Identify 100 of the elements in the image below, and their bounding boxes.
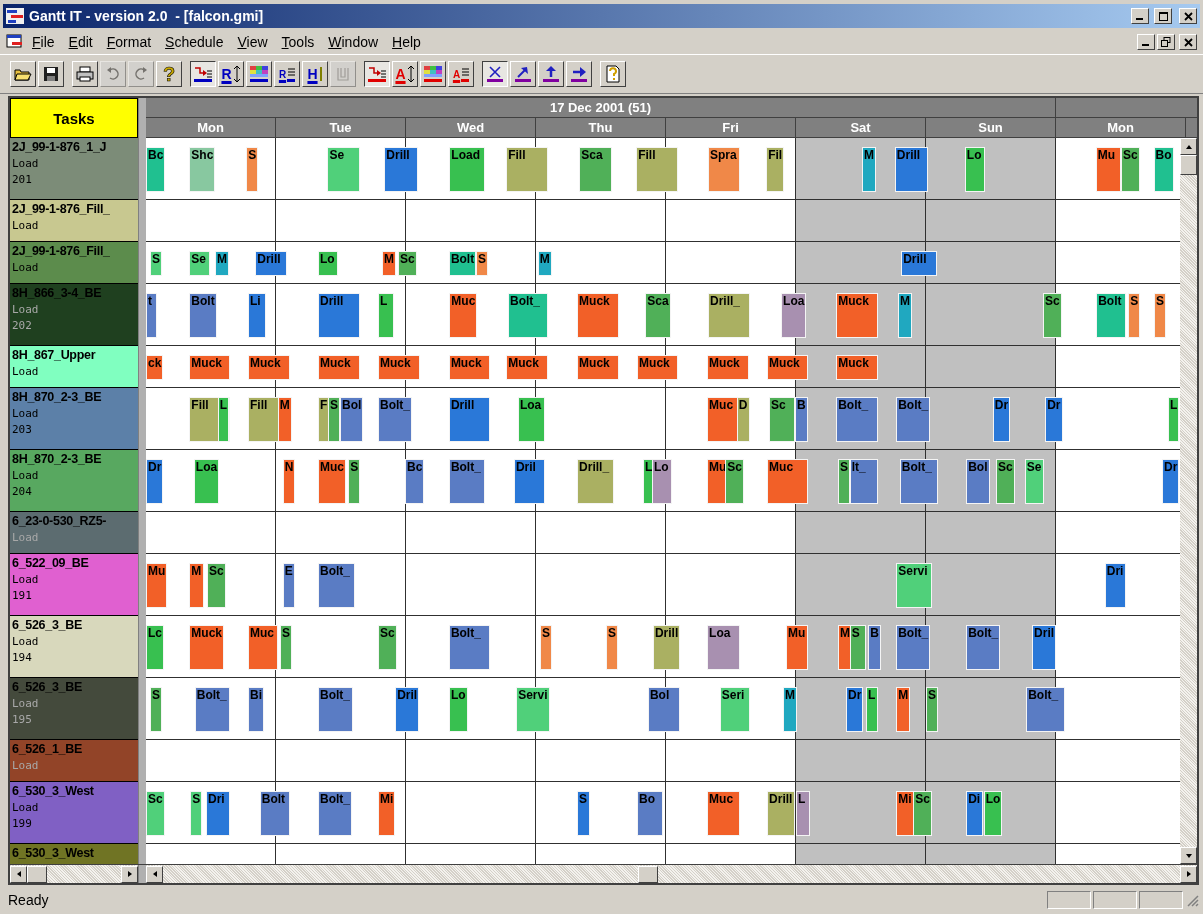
task-bar: Mu bbox=[146, 563, 168, 608]
task-bar: Servi bbox=[516, 687, 550, 732]
menu-item[interactable]: Edit bbox=[62, 32, 99, 52]
task-bar: M bbox=[898, 293, 912, 338]
scroll-left-button[interactable] bbox=[10, 865, 27, 883]
task-bar: Bo bbox=[1153, 147, 1174, 192]
undo-icon bbox=[105, 66, 121, 82]
task-bar: Muck bbox=[448, 355, 490, 380]
task-type: Load bbox=[12, 758, 40, 774]
task-type: Load bbox=[12, 302, 40, 318]
toolbar-button[interactable] bbox=[190, 61, 216, 87]
help-page-icon bbox=[604, 65, 622, 83]
toolbar-button[interactable] bbox=[482, 61, 508, 87]
task-bar: M bbox=[215, 251, 230, 276]
task-bar: Muc bbox=[767, 459, 808, 504]
scroll-thumb[interactable] bbox=[637, 865, 658, 883]
menu-item[interactable]: Help bbox=[386, 32, 427, 52]
menu-item[interactable]: Tools bbox=[275, 32, 321, 52]
maximize-icon bbox=[1158, 11, 1168, 21]
scroll-right-button[interactable] bbox=[121, 865, 138, 883]
task-type: Load bbox=[12, 364, 40, 380]
task-bar: Muc bbox=[707, 791, 740, 836]
maximize-button[interactable] bbox=[1154, 8, 1172, 24]
toolbar-button[interactable]: R bbox=[218, 61, 244, 87]
horizontal-scrollbar[interactable] bbox=[146, 865, 1197, 883]
vertical-scrollbar[interactable] bbox=[1180, 138, 1197, 864]
task-name: 2J_99-1-876_Fill_ bbox=[12, 243, 111, 260]
task-bar: Bolt_ bbox=[899, 459, 938, 504]
scroll-right-button[interactable] bbox=[1180, 865, 1197, 883]
task-label-panel[interactable]: 8H_870_2-3_BE Load 203 bbox=[10, 388, 138, 450]
task-bar: S bbox=[280, 625, 293, 670]
task-bar: Drill bbox=[652, 625, 681, 670]
task-bar: Lo bbox=[317, 251, 339, 276]
document-icon[interactable] bbox=[6, 34, 24, 50]
task-bar: Fil bbox=[766, 147, 785, 192]
task-bar: Sc bbox=[1121, 147, 1140, 192]
task-label-panel[interactable]: 6_526_3_BE Load 195 bbox=[10, 678, 138, 740]
task-label-panel[interactable]: 2J_99-1-876_Fill_ Load bbox=[10, 200, 138, 242]
task-bar: Muc bbox=[248, 625, 278, 670]
task-label-panel[interactable]: 6_23-0-530_RZ5- Load bbox=[10, 512, 138, 554]
restore-icon bbox=[1161, 37, 1171, 47]
status-panel bbox=[1093, 891, 1137, 909]
scroll-thumb[interactable] bbox=[1180, 155, 1197, 175]
close-button[interactable] bbox=[1179, 34, 1197, 50]
task-number: 191 bbox=[12, 588, 33, 604]
task-label-panel[interactable]: 8H_867_Upper Load bbox=[10, 346, 138, 388]
task-bar: B bbox=[795, 397, 808, 442]
arrow-list-icon bbox=[193, 65, 213, 83]
up-down-arrow-icon bbox=[406, 65, 415, 83]
task-bar: Loa bbox=[707, 625, 740, 670]
task-bar: Shc bbox=[189, 147, 216, 192]
task-number: 203 bbox=[12, 422, 33, 438]
close-icon bbox=[1183, 11, 1193, 21]
status-panel bbox=[1047, 891, 1091, 909]
task-bar: S bbox=[1128, 293, 1141, 338]
redo-icon bbox=[133, 66, 149, 82]
task-bar: Bo bbox=[637, 791, 663, 836]
restore-button[interactable] bbox=[1157, 34, 1175, 50]
task-type: Load bbox=[12, 218, 40, 234]
task-bar: Se bbox=[327, 147, 360, 192]
tasks-header: Tasks bbox=[10, 98, 138, 138]
task-bar: Sc bbox=[146, 791, 165, 836]
task-label-panel[interactable]: 6_526_3_BE Load 194 bbox=[10, 616, 138, 678]
toolbar-button[interactable]: R bbox=[274, 61, 300, 87]
menu-item[interactable]: Window bbox=[322, 32, 385, 52]
task-bar: Bi bbox=[248, 687, 264, 732]
task-bar: Mu bbox=[786, 625, 808, 670]
task-label-panel[interactable]: 2J_99-1-876_1_J Load 201 bbox=[10, 138, 138, 200]
task-bar: Di bbox=[966, 791, 983, 836]
scroll-left-button[interactable] bbox=[146, 865, 163, 883]
menu-item[interactable]: Schedule bbox=[159, 32, 230, 52]
task-bar: Bolt_ bbox=[836, 397, 879, 442]
minimize-button[interactable] bbox=[1131, 8, 1149, 24]
toolbar-button[interactable] bbox=[364, 61, 390, 87]
scroll-down-button[interactable] bbox=[1180, 847, 1197, 864]
menu-item[interactable]: Format bbox=[100, 32, 158, 52]
task-label-panel[interactable]: 6_530_3_West Load 199 bbox=[10, 782, 138, 844]
task-bar: Dril bbox=[395, 687, 420, 732]
task-label-panel[interactable]: 6_522_09_BE Load 191 bbox=[10, 554, 138, 616]
day-label: Sat bbox=[796, 118, 926, 137]
toolbar-button[interactable]: H bbox=[302, 61, 328, 87]
menu-item[interactable]: File bbox=[26, 32, 61, 52]
horizontal-scrollbar[interactable] bbox=[10, 865, 138, 883]
task-label-panel[interactable]: 8H_870_2-3_BE Load 204 bbox=[10, 450, 138, 512]
task-bar: lt_ bbox=[849, 459, 879, 504]
task-number: 202 bbox=[12, 318, 33, 334]
scroll-up-button[interactable] bbox=[1180, 138, 1197, 155]
task-bar: Sc bbox=[913, 791, 933, 836]
task-bar: Muck bbox=[707, 355, 750, 380]
minimize-button[interactable] bbox=[1137, 34, 1155, 50]
task-bar: Bolt_ bbox=[896, 397, 931, 442]
close-button[interactable] bbox=[1179, 8, 1197, 24]
arrow-list-icon bbox=[367, 65, 387, 83]
menu-item[interactable]: View bbox=[231, 32, 274, 52]
task-label-panel[interactable]: 6_530_3_West bbox=[10, 844, 138, 864]
task-bar: Loa bbox=[193, 459, 220, 504]
task-label-panel[interactable]: 2J_99-1-876_Fill_ Load bbox=[10, 242, 138, 284]
task-bar: Muc bbox=[449, 293, 478, 338]
task-label-panel[interactable]: 8H_866_3-4_BE Load 202 bbox=[10, 284, 138, 346]
scroll-thumb[interactable] bbox=[27, 865, 47, 883]
